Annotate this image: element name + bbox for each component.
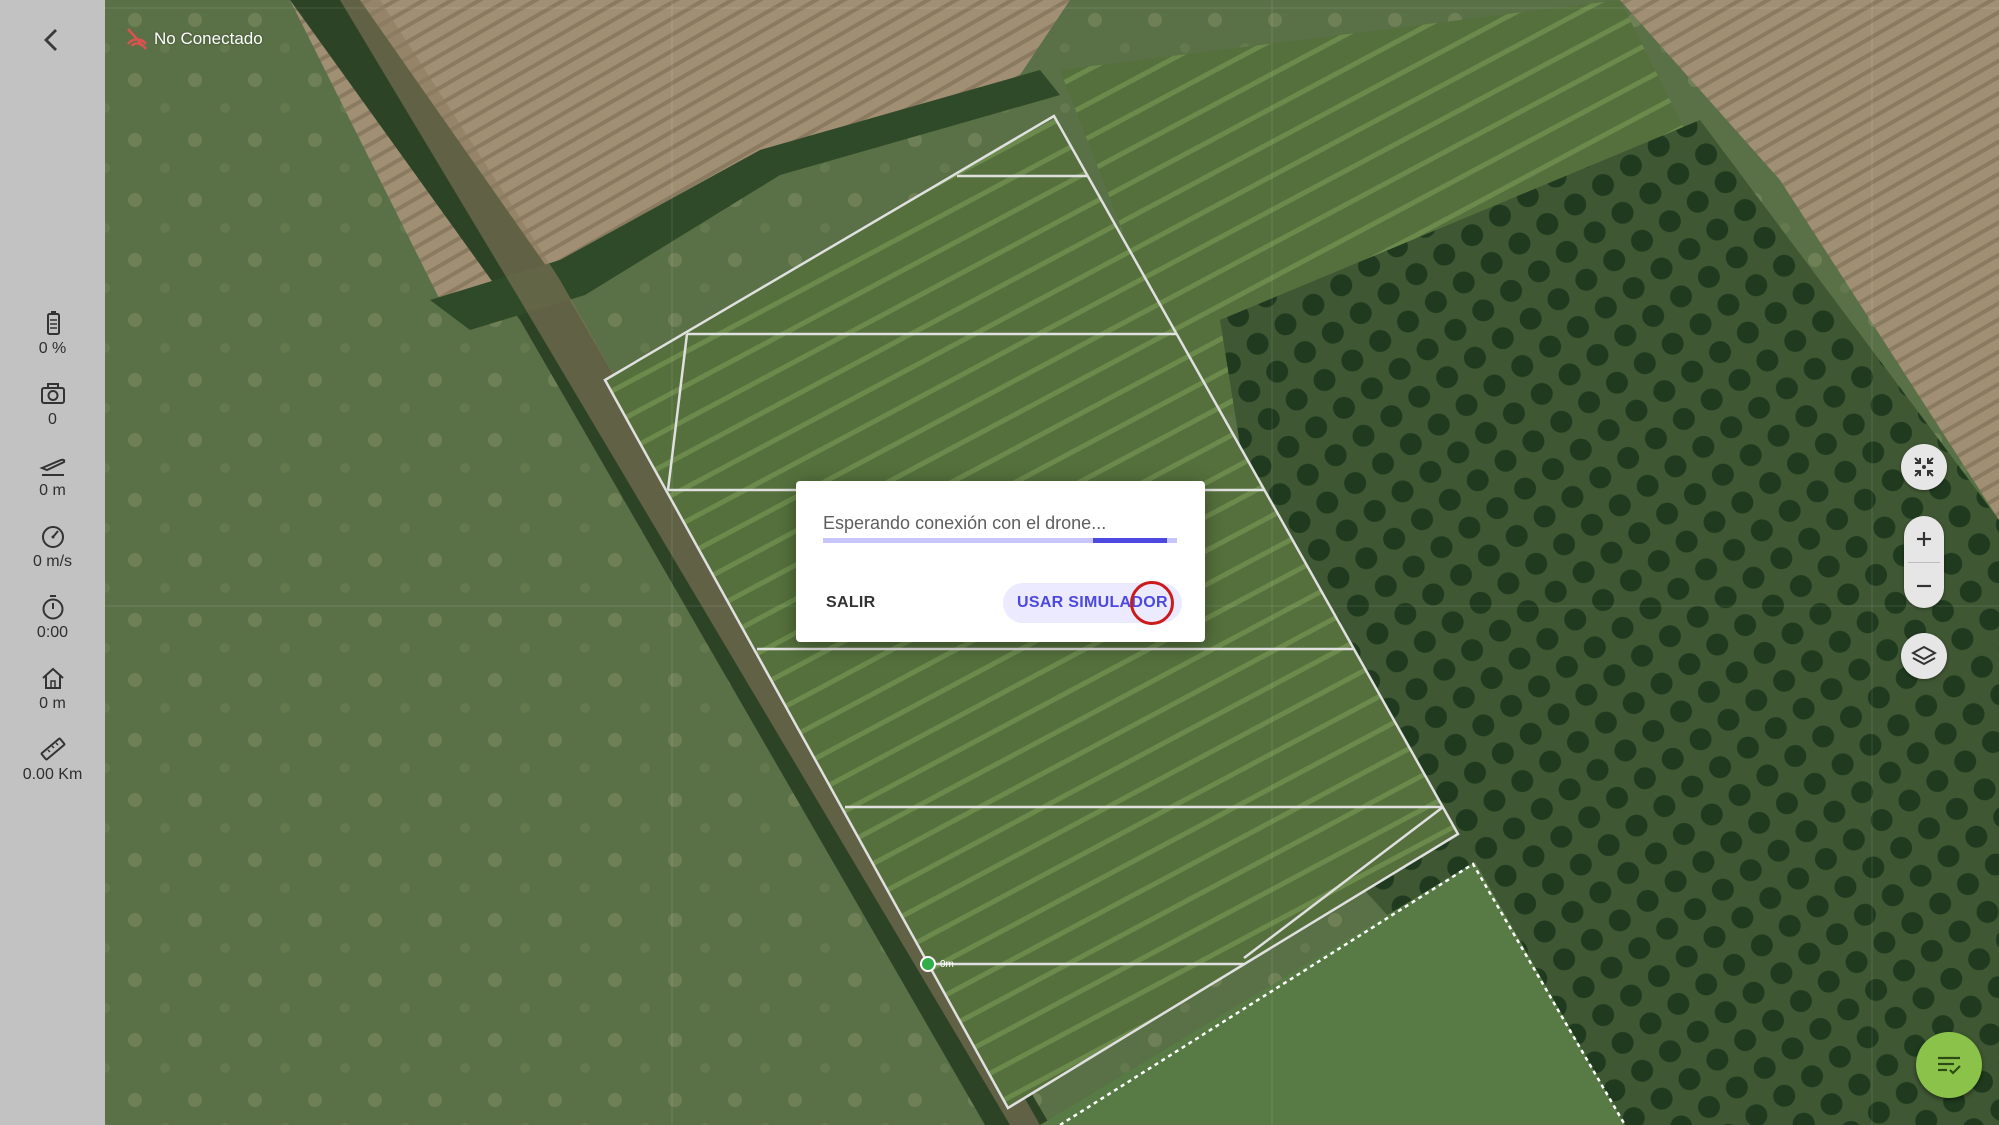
zoom-out-button[interactable] <box>1904 563 1944 609</box>
fit-to-area-button[interactable] <box>1901 444 1947 490</box>
speedometer-icon <box>41 526 64 548</box>
layers-icon <box>1911 645 1937 666</box>
battery-icon <box>46 311 60 335</box>
takeoff-icon <box>38 458 65 476</box>
no-signal-icon <box>126 28 148 50</box>
use-simulator-button[interactable]: USAR SIMULADOR <box>1003 583 1182 623</box>
speed-readout: 0 m/s <box>0 522 105 571</box>
zoom-out-icon <box>1917 584 1931 588</box>
altitude-readout: 0 m <box>0 451 105 500</box>
speed-value: 0 m/s <box>32 553 73 570</box>
mission-list-button[interactable] <box>1916 1032 1982 1098</box>
home-distance-value: 0 m <box>39 695 66 712</box>
connection-dialog: Esperando conexión con el drone... SALIR… <box>796 481 1205 642</box>
telemetry-sidebar: 0 % 0 0 m 0 m/s 0:00 0 m 0.00 Km <box>0 0 105 1125</box>
connection-status: No Conectado <box>124 26 263 52</box>
dialog-message: Esperando conexión con el drone... <box>823 513 1107 533</box>
flight-time-value: 0:00 <box>36 624 69 641</box>
zoom-in-button[interactable] <box>1904 516 1944 562</box>
home-marker[interactable]: 0m <box>920 956 954 972</box>
zoom-in-icon <box>1917 532 1931 546</box>
camera-icon <box>40 383 65 404</box>
mission-list-icon <box>1938 1056 1961 1075</box>
photo-count-value: 0 <box>48 411 57 428</box>
back-button[interactable] <box>34 22 70 58</box>
home-distance-readout: 0 m <box>0 664 105 713</box>
home-icon <box>41 667 64 689</box>
timer-icon <box>42 595 63 620</box>
home-marker-dot <box>920 956 936 972</box>
distance-readout: 0.00 Km <box>0 735 105 784</box>
battery-readout: 0 % <box>0 309 105 358</box>
connection-status-text: No Conectado <box>154 29 263 48</box>
layers-button[interactable] <box>1901 633 1947 679</box>
altitude-value: 0 m <box>39 482 66 499</box>
flight-time-readout: 0:00 <box>0 593 105 642</box>
distance-value: 0.00 Km <box>22 766 83 783</box>
zoom-controls <box>1904 516 1944 608</box>
progress-track <box>823 538 1177 543</box>
battery-value: 0 % <box>38 340 67 357</box>
chevron-left-icon <box>44 29 57 51</box>
fit-to-area-icon <box>1914 457 1934 477</box>
progress-bar <box>1093 538 1167 543</box>
photo-count-readout: 0 <box>0 380 105 429</box>
exit-button[interactable]: SALIR <box>814 583 888 623</box>
home-marker-label: 0m <box>940 958 954 970</box>
ruler-icon <box>40 737 65 761</box>
